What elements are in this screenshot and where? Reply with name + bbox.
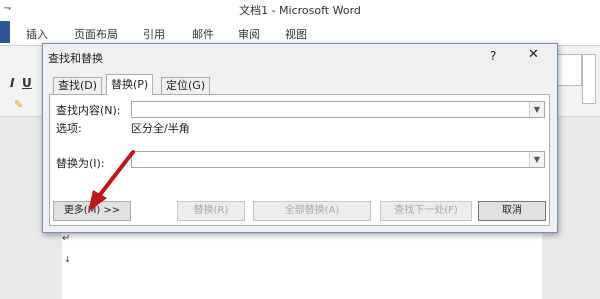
arrow-shaft bbox=[97, 150, 135, 198]
arrow-head bbox=[88, 190, 107, 212]
annotation-arrow bbox=[88, 150, 135, 212]
tab-replace[interactable]: 替换(P) bbox=[106, 74, 154, 95]
